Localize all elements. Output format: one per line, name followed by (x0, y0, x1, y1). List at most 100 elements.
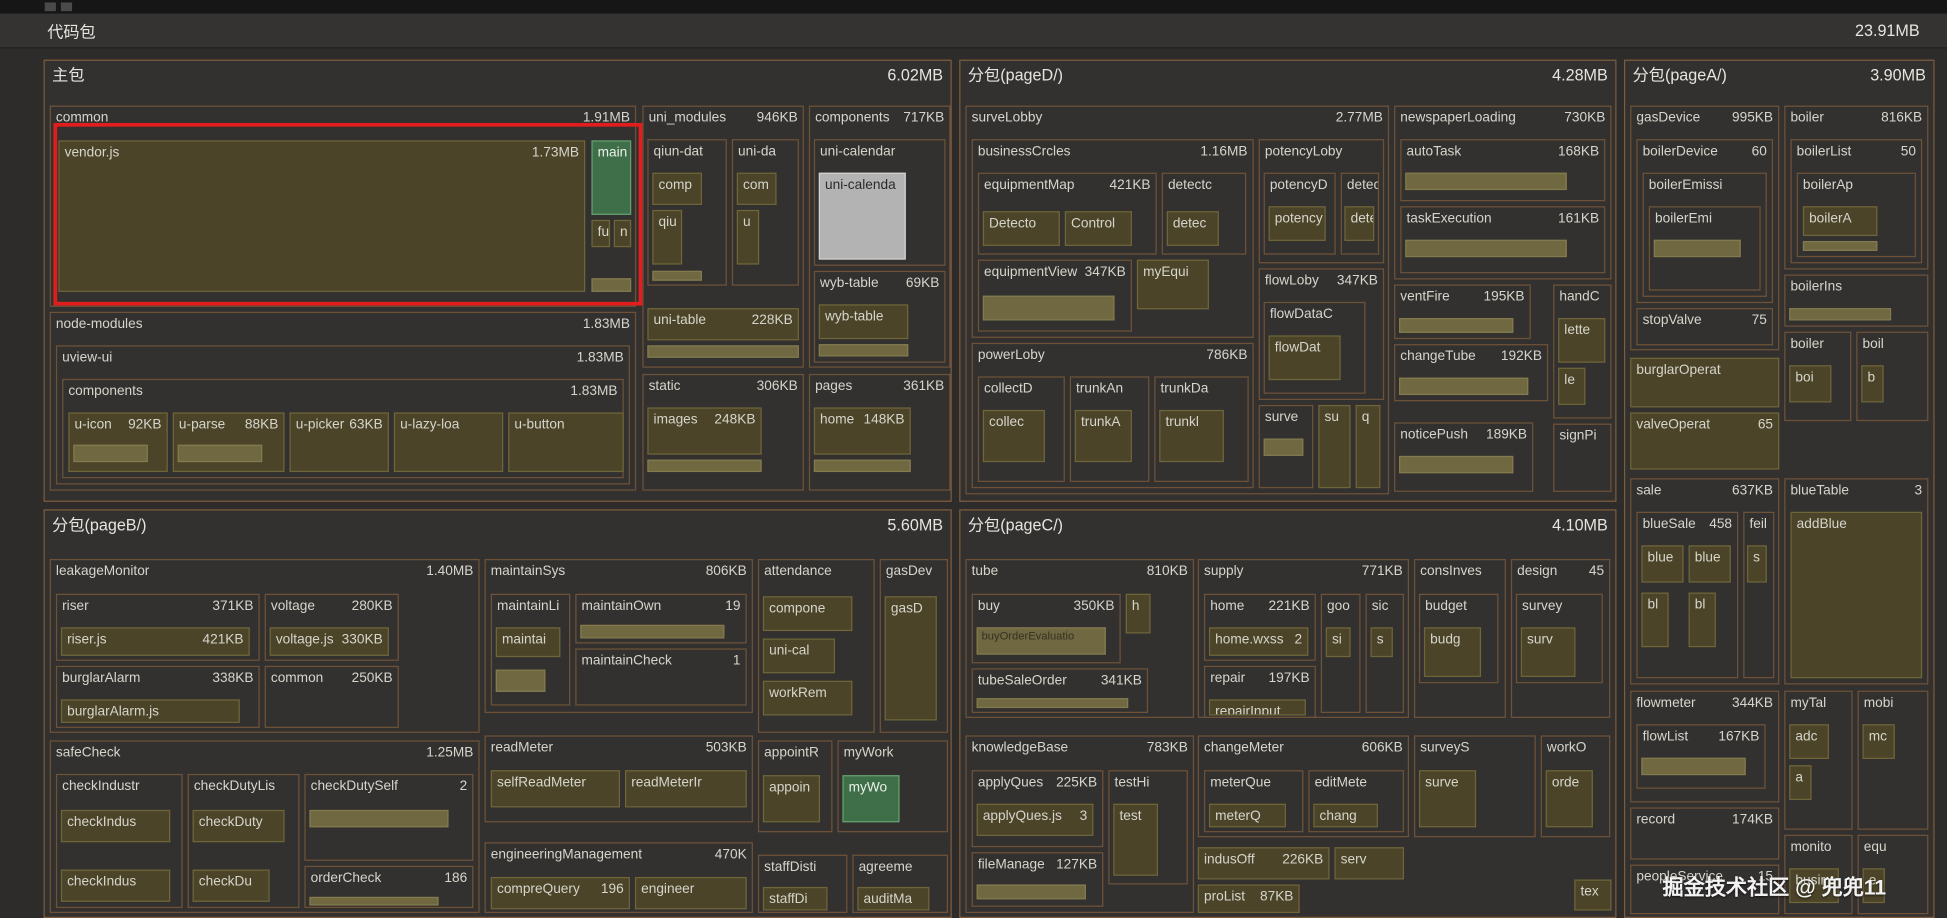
treemap-node-checkindus[interactable]: checkIndus (61, 870, 170, 902)
treemap-node-common[interactable]: common250KB (265, 666, 399, 728)
treemap-node-u-lazy-loa[interactable]: u-lazy-loa (394, 412, 503, 472)
treemap-node-boi[interactable]: boi (1789, 365, 1831, 402)
treemap-node-blue[interactable]: blue (1689, 545, 1731, 582)
treemap-node-collec[interactable]: collec (983, 410, 1045, 462)
treemap-node-n[interactable]: n (614, 220, 631, 247)
treemap-node-repairinput[interactable]: repairInput (1209, 699, 1306, 715)
treemap-node-q[interactable]: q (1356, 405, 1381, 488)
treemap-node-boilera[interactable]: boilerA (1803, 206, 1878, 236)
treemap-node-main[interactable]: main (591, 140, 631, 215)
treemap-node-comprequery[interactable]: compreQuery196 (491, 877, 630, 909)
treemap-node-appoin[interactable]: appoin (763, 775, 820, 822)
treemap-node-maintaincheck[interactable]: maintainCheck1 (575, 648, 746, 705)
treemap-node-selfreadmeter[interactable]: selfReadMeter (491, 770, 620, 807)
treemap-node-meterq[interactable]: meterQ (1209, 804, 1286, 828)
treemap-node-u-parse[interactable]: u-parse88KB (173, 412, 285, 472)
treemap-node-home[interactable]: home148KB (814, 407, 911, 454)
treemap-node-u[interactable]: u (737, 210, 759, 265)
treemap-node-potency[interactable]: potency (1269, 206, 1326, 241)
treemap-node-b[interactable]: b (1861, 365, 1883, 402)
treemap-node-a[interactable]: a (1789, 765, 1811, 800)
treemap-node-workrem[interactable]: workRem (763, 681, 852, 716)
treemap-node-buyorderevaluatio[interactable]: buyOrderEvaluatio (977, 627, 1106, 654)
treemap-node-le[interactable]: le (1558, 368, 1585, 405)
treemap-node-engineer[interactable]: engineer (635, 877, 747, 909)
treemap-node-uni-table[interactable]: uni-table228KB (647, 308, 799, 340)
treemap-node-su[interactable]: su (1318, 405, 1350, 488)
treemap-node-test[interactable]: test (1113, 804, 1158, 876)
treemap-node-home.wxss[interactable]: home.wxss2 (1209, 627, 1308, 656)
treemap-node-detec[interactable]: detec (1167, 211, 1219, 246)
treemap-node-record[interactable]: record174KB (1630, 807, 1779, 859)
treemap-node-trunka[interactable]: trunkA (1075, 410, 1132, 462)
treemap-node-budg[interactable]: budg (1424, 627, 1481, 677)
treemap-node-lette[interactable]: lette (1558, 318, 1605, 363)
treemap-node-checkindus[interactable]: checkIndus (61, 810, 170, 842)
treemap-node-bl[interactable]: bl (1641, 593, 1668, 648)
treemap-node-si[interactable]: si (1326, 627, 1351, 657)
treemap-node-bl[interactable]: bl (1689, 593, 1716, 648)
treemap-node-autotask[interactable]: autoTask168KB (1400, 139, 1605, 201)
treemap-node-myequi[interactable]: myEqui (1137, 260, 1209, 310)
treemap-node-u-button[interactable]: u-button (508, 412, 624, 472)
treemap-node-maintai[interactable]: maintai (496, 627, 561, 657)
treemap-node-serv[interactable]: serv (1334, 847, 1404, 879)
treemap-node-flowdat[interactable]: flowDat (1269, 335, 1341, 380)
treemap-node-addblue[interactable]: addBlue (1790, 512, 1922, 678)
treemap-node-com[interactable]: com (737, 173, 777, 205)
treemap-node-blue[interactable]: blue (1641, 545, 1683, 582)
treemap-node-dete[interactable]: dete (1344, 206, 1374, 241)
treemap-node-control[interactable]: Control (1065, 211, 1132, 246)
treemap-node-auditma[interactable]: auditMa (857, 887, 929, 911)
treemap-node-trunkl[interactable]: trunkl (1159, 410, 1224, 462)
treemap-node-s[interactable]: s (1370, 627, 1392, 657)
treemap-node-fu[interactable]: fu (591, 220, 610, 247)
treemap-node-surv[interactable]: surv (1521, 627, 1576, 677)
treemap-node-readmeterir[interactable]: readMeterIr (625, 770, 747, 807)
treemap-node-mc[interactable]: mc (1863, 724, 1895, 759)
treemap-node-riser.js[interactable]: riser.js421KB (61, 627, 250, 656)
treemap-node-indusoff[interactable]: indusOff226KB (1198, 847, 1330, 879)
treemap-node-orde[interactable]: orde (1546, 770, 1593, 827)
treemap-node-compone[interactable]: compone (763, 596, 852, 631)
treemap-node-gasd[interactable]: gasD (885, 596, 937, 720)
treemap-node-signpi[interactable]: signPi (1553, 424, 1611, 492)
treemap-node-surve[interactable]: surve (1419, 770, 1476, 827)
node-label: burglarAlarm.js (67, 703, 159, 721)
treemap-node-checkduty[interactable]: checkDuty (193, 810, 285, 842)
treemap-node-u-icon[interactable]: u-icon92KB (68, 412, 167, 472)
node-label: uni-calenda (825, 176, 896, 194)
treemap-node-comp[interactable]: comp (652, 173, 702, 205)
treemap-node-applyques.js[interactable]: applyQues.js3 (977, 804, 1094, 836)
treemap-node-adc[interactable]: adc (1789, 724, 1829, 759)
treemap-node-voltage.js[interactable]: voltage.js330KB (270, 627, 389, 656)
treemap-node-checkdu[interactable]: checkDu (193, 870, 270, 902)
treemap-node-burglaroperat[interactable]: burglarOperat (1630, 358, 1779, 408)
treemap-node-prolist[interactable]: proList87KB (1198, 884, 1300, 913)
treemap-node-flowlist[interactable]: flowList167KB (1636, 724, 1765, 789)
treemap-node-valveoperat[interactable]: valveOperat65 (1630, 412, 1779, 469)
treemap-canvas[interactable]: 主包6.02MBcommon1.91MBvendor.js1.73MBmainf… (0, 0, 1947, 918)
treemap-node-uni-cal[interactable]: uni-cal (763, 638, 835, 673)
treemap-node-qiu[interactable]: qiu (652, 210, 682, 265)
treemap-node-uni-calenda[interactable]: uni-calenda (819, 173, 906, 260)
treemap-node-u-picker[interactable]: u-picker63KB (290, 412, 389, 472)
treemap-node-detecto[interactable]: Detecto (983, 211, 1060, 246)
treemap-root-header[interactable]: 代码包 23.91MB (0, 14, 1947, 49)
treemap-node-mobi[interactable]: mobi (1858, 691, 1929, 830)
treemap-node-wyb-table[interactable]: wyb-table (819, 304, 908, 339)
treemap-node-stopvalve[interactable]: stopValve75 (1636, 308, 1773, 345)
node-size: 786KB (1206, 347, 1247, 365)
node-label: consInves (1420, 563, 1482, 581)
treemap-node-images[interactable]: images248KB (647, 407, 761, 454)
treemap-node-h[interactable]: h (1126, 594, 1151, 634)
treemap-node-mytal[interactable]: myTal (1784, 691, 1852, 830)
treemap-node-mywo[interactable]: myWo (842, 775, 899, 822)
treemap-node-chang[interactable]: chang (1313, 804, 1378, 828)
treemap-node-tex[interactable]: tex (1574, 879, 1611, 910)
treemap-node-staffdi[interactable]: staffDi (763, 887, 828, 911)
treemap-node-s[interactable]: s (1747, 545, 1767, 582)
treemap-node-vendor.js[interactable]: vendor.js1.73MB (58, 140, 585, 292)
treemap-node-burglaralarm.js[interactable]: burglarAlarm.js (61, 699, 240, 723)
treemap-node-feil[interactable]: feil (1743, 512, 1774, 678)
